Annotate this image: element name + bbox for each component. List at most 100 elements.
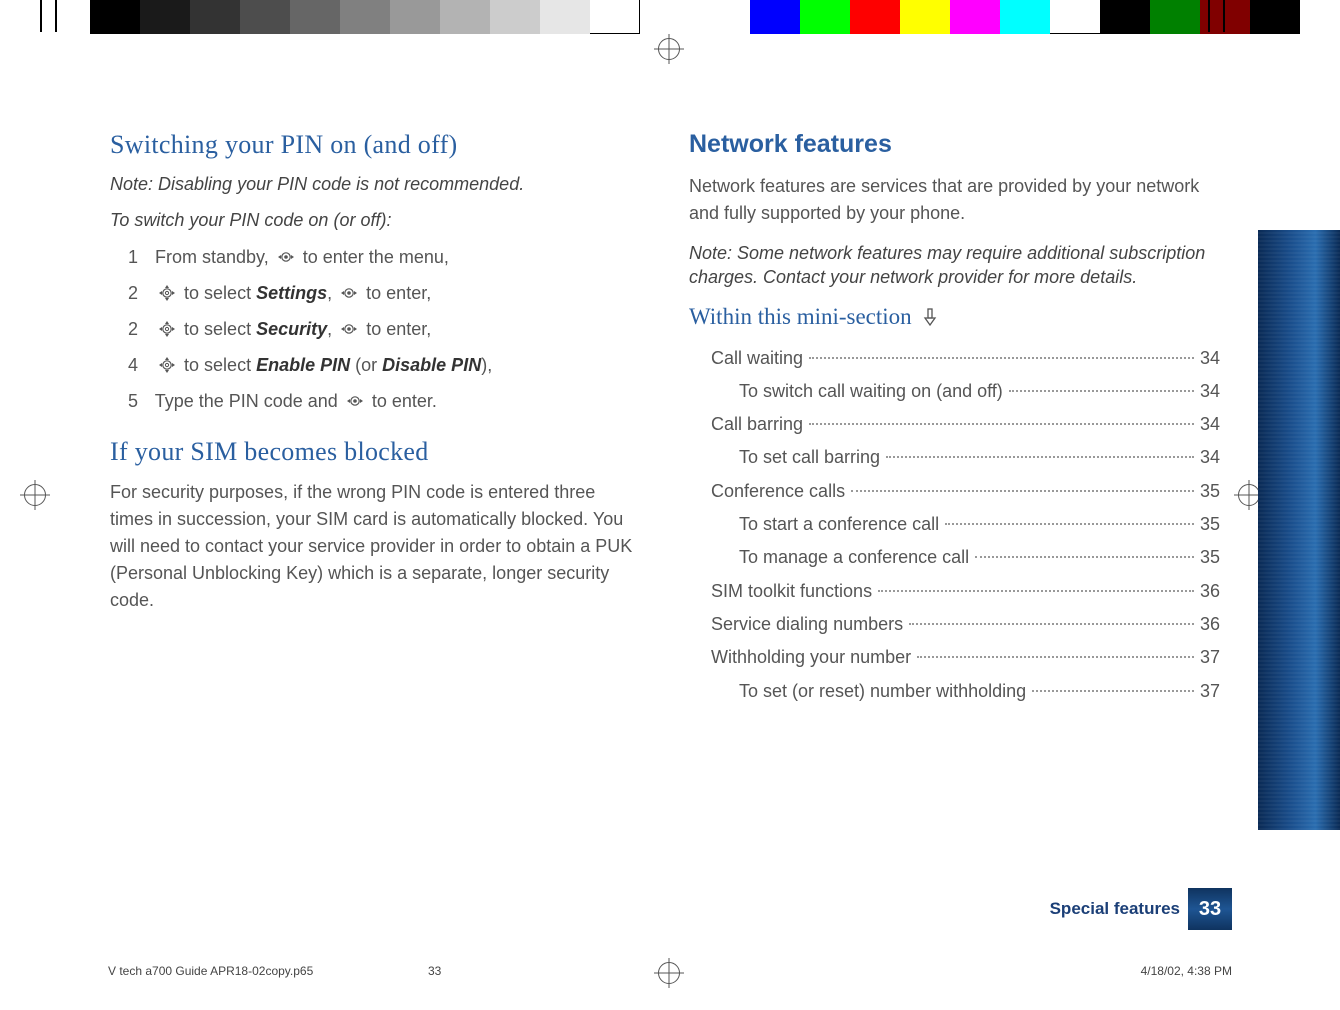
step-bold: Security bbox=[256, 319, 327, 339]
step-number: 5 bbox=[128, 383, 150, 419]
toc-label: Call waiting bbox=[711, 342, 803, 375]
grayscale-ramp bbox=[90, 0, 640, 34]
crop-mark bbox=[40, 0, 42, 32]
toc-leader-dots bbox=[809, 357, 1194, 359]
heading-mini-section-label: Within this mini-section bbox=[689, 304, 912, 329]
step-number: 4 bbox=[128, 347, 150, 383]
page-content: Switching your PIN on (and off) Note: Di… bbox=[110, 130, 1220, 708]
toc-row: To set (or reset) number withholding 37 bbox=[739, 675, 1220, 708]
toc-leader-dots bbox=[909, 623, 1194, 625]
steps-list: 1 From standby, to enter the menu, 2 to … bbox=[128, 239, 641, 419]
toc-label: To set (or reset) number withholding bbox=[739, 675, 1026, 708]
heading-network-features: Network features bbox=[689, 130, 1220, 159]
color-ramp bbox=[750, 0, 1300, 34]
note-pin: Note: Disabling your PIN code is not rec… bbox=[110, 172, 641, 196]
toc-leader-dots bbox=[975, 556, 1194, 558]
toc-leader-dots bbox=[1009, 390, 1194, 392]
step-4: 4 to select Enable PIN (or Disable PIN), bbox=[128, 347, 641, 383]
toc-page: 36 bbox=[1200, 608, 1220, 641]
step-text: , bbox=[327, 283, 332, 303]
toc-row: SIM toolkit functions 36 bbox=[711, 575, 1220, 608]
step-text: , bbox=[327, 319, 332, 339]
step-5: 5 Type the PIN code and to enter. bbox=[128, 383, 641, 419]
toc-row: Call barring 34 bbox=[711, 408, 1220, 441]
step-bold: Enable PIN bbox=[256, 355, 350, 375]
toc-leader-dots bbox=[1032, 690, 1194, 692]
step-bold: Disable PIN bbox=[382, 355, 481, 375]
heading-mini-section: Within this mini-section bbox=[689, 304, 1220, 330]
footer-date: 4/18/02, 4:38 PM bbox=[1141, 964, 1232, 978]
nav-center-icon bbox=[340, 314, 358, 332]
toc-label: SIM toolkit functions bbox=[711, 575, 872, 608]
lead-pin: To switch your PIN code on (or off): bbox=[110, 210, 641, 231]
nav-center-icon bbox=[277, 242, 295, 260]
step-text: to select bbox=[184, 319, 251, 339]
toc-row: To start a conference call35 bbox=[739, 508, 1220, 541]
step-bold: Settings bbox=[256, 283, 327, 303]
step-text: From standby, bbox=[155, 247, 269, 267]
toc-label: To manage a conference call bbox=[739, 541, 969, 574]
thumb-index-tab bbox=[1258, 230, 1340, 530]
step-2: 2 to select Settings, to enter, bbox=[128, 275, 641, 311]
toc-leader-dots bbox=[917, 656, 1194, 658]
toc-row: To set call barring34 bbox=[739, 441, 1220, 474]
toc-page: 35 bbox=[1200, 541, 1220, 574]
nav-updown-icon bbox=[158, 350, 176, 368]
toc-label: Call barring bbox=[711, 408, 803, 441]
toc-row: Withholding your number37 bbox=[711, 641, 1220, 674]
toc-label: To switch call waiting on (and off) bbox=[739, 375, 1003, 408]
mini-section-toc: Call waiting34To switch call waiting on … bbox=[711, 342, 1220, 708]
step-text: to enter. bbox=[372, 391, 437, 411]
crop-mark bbox=[1223, 0, 1225, 32]
step-number: 1 bbox=[128, 239, 150, 275]
footer-section-label: Special features bbox=[1050, 899, 1180, 919]
step-text: ), bbox=[481, 355, 492, 375]
crop-mark bbox=[55, 0, 57, 32]
toc-row: Conference calls35 bbox=[711, 475, 1220, 508]
footer-sheet: 33 bbox=[428, 964, 441, 978]
body-sim-blocked: For security purposes, if the wrong PIN … bbox=[110, 479, 641, 614]
print-registration-bar bbox=[0, 0, 1340, 40]
nav-center-icon bbox=[340, 278, 358, 296]
step-text: to select bbox=[184, 355, 251, 375]
toc-leader-dots bbox=[809, 423, 1194, 425]
toc-leader-dots bbox=[851, 490, 1194, 492]
footer-fileinfo: V tech a700 Guide APR18-02copy.p65 33 4/… bbox=[108, 964, 1232, 978]
step-text: to enter the menu, bbox=[303, 247, 449, 267]
toc-page: 34 bbox=[1200, 342, 1220, 375]
step-text: to select bbox=[184, 283, 251, 303]
toc-page: 34 bbox=[1200, 375, 1220, 408]
footer-section-block: Special features 33 bbox=[1050, 888, 1232, 930]
step-text: to enter, bbox=[366, 319, 431, 339]
registration-mark-icon bbox=[1238, 484, 1260, 506]
toc-row: To manage a conference call 35 bbox=[739, 541, 1220, 574]
registration-mark-icon bbox=[658, 38, 680, 60]
arrow-down-icon bbox=[923, 306, 937, 324]
toc-leader-dots bbox=[886, 456, 1194, 458]
toc-row: Call waiting 34 bbox=[711, 342, 1220, 375]
note-network-features: Note: Some network features may require … bbox=[689, 241, 1220, 290]
heading-sim-blocked: If your SIM becomes blocked bbox=[110, 437, 641, 467]
toc-label: Withholding your number bbox=[711, 641, 911, 674]
step-1: 1 From standby, to enter the menu, bbox=[128, 239, 641, 275]
step-text: to enter, bbox=[366, 283, 431, 303]
body-network-features: Network features are services that are p… bbox=[689, 173, 1220, 227]
step-text: Type the PIN code and bbox=[155, 391, 338, 411]
toc-label: Conference calls bbox=[711, 475, 845, 508]
left-column: Switching your PIN on (and off) Note: Di… bbox=[110, 130, 641, 708]
registration-mark-icon bbox=[24, 484, 46, 506]
toc-page: 34 bbox=[1200, 408, 1220, 441]
toc-leader-dots bbox=[878, 590, 1194, 592]
toc-page: 35 bbox=[1200, 508, 1220, 541]
toc-row: Service dialing numbers 36 bbox=[711, 608, 1220, 641]
toc-label: To set call barring bbox=[739, 441, 880, 474]
crop-mark bbox=[1208, 0, 1210, 32]
toc-label: Service dialing numbers bbox=[711, 608, 903, 641]
step-number: 2 bbox=[128, 275, 150, 311]
thumb-index-tab bbox=[1258, 530, 1340, 830]
toc-page: 37 bbox=[1200, 675, 1220, 708]
heading-switching-pin: Switching your PIN on (and off) bbox=[110, 130, 641, 160]
step-3: 2 to select Security, to enter, bbox=[128, 311, 641, 347]
toc-page: 36 bbox=[1200, 575, 1220, 608]
toc-row: To switch call waiting on (and off) 34 bbox=[739, 375, 1220, 408]
